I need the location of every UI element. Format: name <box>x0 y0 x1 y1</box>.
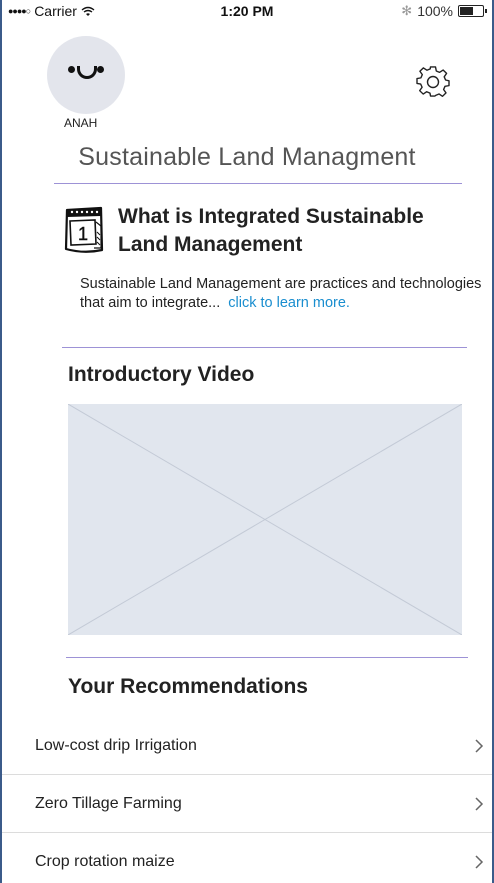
recommendations-list: Low-cost drip Irrigation Zero Tillage Fa… <box>2 717 492 883</box>
status-bar: ●●●●○ Carrier 1:20 PM ✻ 100% <box>2 0 492 22</box>
recommendation-label: Zero Tillage Farming <box>35 795 182 812</box>
username: ANAH <box>64 116 98 130</box>
calendar-icon: 1 <box>64 206 104 253</box>
recommendation-item[interactable]: Crop rotation maize <box>2 833 492 883</box>
intro-heading: What is Integrated Sustainable Land Mana… <box>118 205 424 256</box>
phone-screen: ●●●●○ Carrier 1:20 PM ✻ 100% ANAH Sustai… <box>0 0 494 883</box>
learn-more-link[interactable]: click to learn more. <box>228 295 350 311</box>
battery-percentage: 100% <box>417 3 453 19</box>
chevron-right-icon <box>475 855 484 869</box>
section-divider <box>62 347 467 348</box>
intro-description: Sustainable Land Management are practice… <box>80 275 492 313</box>
settings-gear-icon[interactable] <box>416 65 450 99</box>
avatar-mouth <box>77 66 97 79</box>
video-player-placeholder[interactable] <box>67 403 463 636</box>
recommendation-label: Low-cost drip Irrigation <box>35 737 197 754</box>
title-divider <box>54 183 462 184</box>
section-divider <box>66 657 468 658</box>
page-title: Sustainable Land Managment <box>78 143 416 171</box>
video-placeholder-image <box>67 403 463 636</box>
chevron-right-icon <box>475 739 484 753</box>
calendar-day: 1 <box>78 224 88 244</box>
recommendation-label: Crop rotation maize <box>35 853 175 870</box>
battery-level <box>460 7 473 15</box>
bluetooth-icon: ✻ <box>401 3 413 18</box>
battery-icon <box>458 5 487 17</box>
avatar-eye-left <box>68 66 75 73</box>
recommendation-item[interactable]: Zero Tillage Farming <box>2 775 492 833</box>
chevron-right-icon <box>475 797 484 811</box>
recommendations-heading: Your Recommendations <box>68 675 308 698</box>
avatar-eye-right <box>97 66 104 73</box>
avatar[interactable] <box>47 36 125 114</box>
recommendation-item[interactable]: Low-cost drip Irrigation <box>2 717 492 775</box>
status-right: ✻ 100% <box>401 3 487 19</box>
video-heading: Introductory Video <box>68 363 255 386</box>
